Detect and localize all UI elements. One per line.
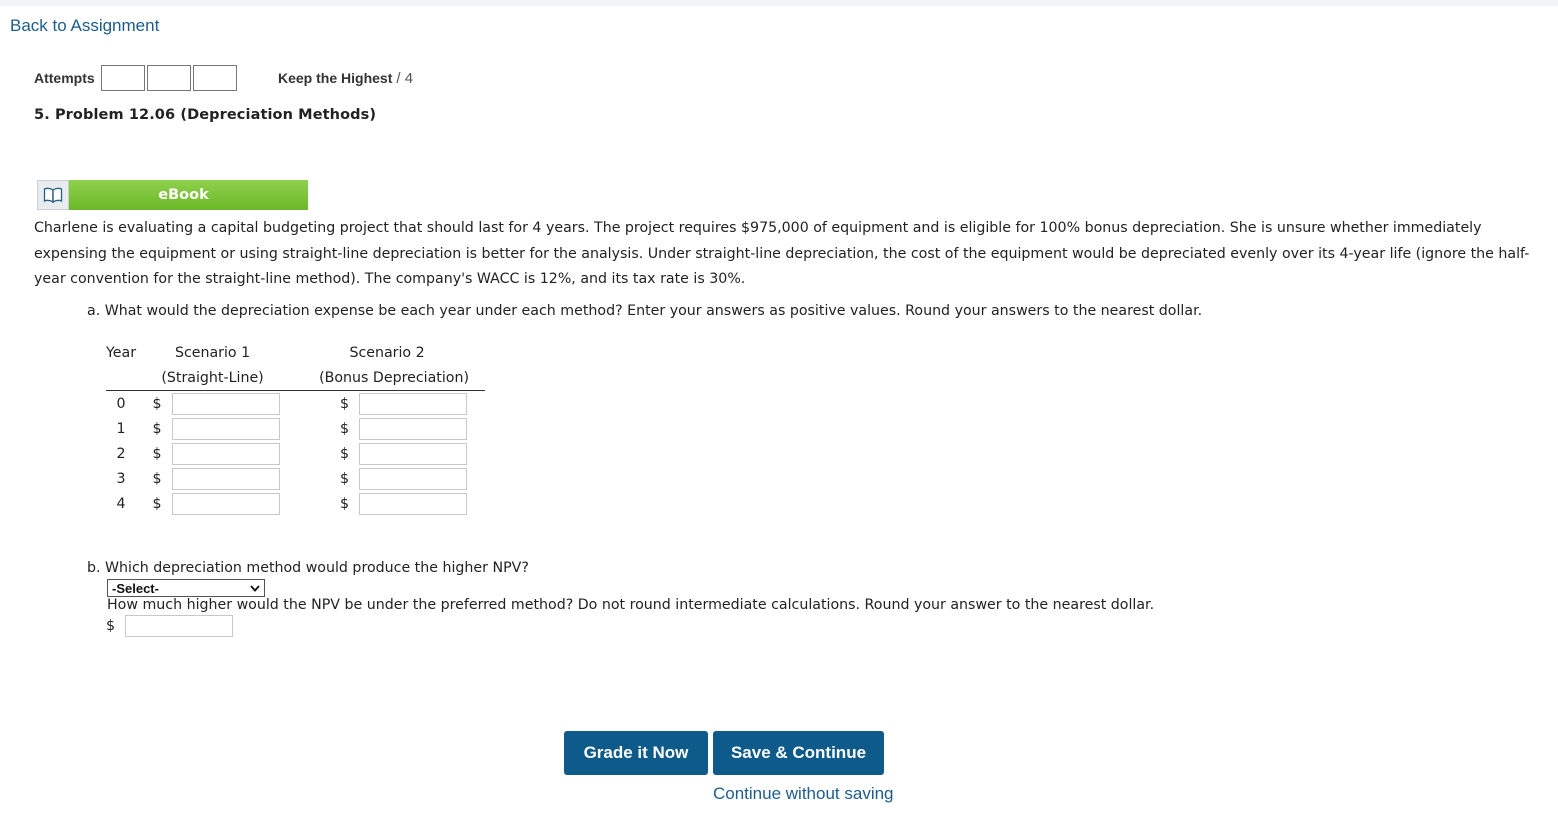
currency-symbol: $ — [152, 420, 162, 437]
currency-symbol: $ — [340, 495, 350, 512]
scenario-2-input-year-0[interactable] — [359, 392, 468, 415]
attempts-label: Attempts — [34, 70, 95, 86]
scenario-2-subheader: (Bonus Depreciation) — [289, 365, 486, 391]
year-header: Year — [106, 344, 137, 361]
ebook-button[interactable]: eBook — [37, 180, 308, 210]
grade-it-now-button[interactable]: Grade it Now — [564, 731, 708, 775]
currency-symbol: $ — [340, 395, 350, 412]
question-b: b. Which depreciation method would produ… — [87, 560, 529, 576]
scenario-2-input-year-4[interactable] — [359, 492, 468, 515]
npv-answer-row: $ — [106, 615, 233, 637]
scenario-1-input-year-0[interactable] — [172, 392, 281, 415]
ebook-label: eBook — [69, 180, 308, 210]
back-to-assignment-link[interactable]: Back to Assignment — [10, 16, 159, 36]
currency-symbol: $ — [152, 495, 162, 512]
keep-highest-label: Keep the Highest — [278, 70, 393, 86]
currency-symbol: $ — [106, 618, 116, 634]
currency-symbol: $ — [152, 395, 162, 412]
scenario-2-input-year-3[interactable] — [359, 467, 468, 490]
year-cell: 0 — [116, 395, 126, 412]
attempt-box-1 — [101, 65, 145, 91]
table-row: 0 $ $ — [106, 391, 485, 417]
scenario-1-input-year-2[interactable] — [172, 442, 281, 465]
scenario-1-input-year-3[interactable] — [172, 467, 281, 490]
scenario-2-input-year-1[interactable] — [359, 417, 468, 440]
currency-symbol: $ — [340, 445, 350, 462]
scenario-1-input-year-1[interactable] — [172, 417, 281, 440]
chevron-down-icon — [250, 584, 260, 592]
book-icon — [43, 187, 63, 203]
table-row: 1 $ $ — [106, 416, 485, 441]
save-and-continue-button[interactable]: Save & Continue — [713, 731, 884, 775]
currency-symbol: $ — [340, 420, 350, 437]
year-cell: 1 — [116, 420, 126, 437]
table-row: 2 $ $ — [106, 441, 485, 466]
scenario-1-header: Scenario 1 — [174, 344, 251, 361]
ebook-icon-box — [37, 180, 69, 210]
table-row: 4 $ $ — [106, 491, 485, 516]
npv-difference-input[interactable] — [125, 615, 233, 637]
scenario-1-subheader: (Straight-Line) — [136, 365, 290, 391]
table-row: 3 $ $ — [106, 466, 485, 491]
question-b-npv: How much higher would the NPV be under t… — [107, 597, 1155, 613]
top-divider — [0, 0, 1558, 6]
problem-description: Charlene is evaluating a capital budgeti… — [34, 220, 1530, 287]
question-a: a. What would the depreciation expense b… — [87, 303, 1203, 319]
table-subheader-row: (Straight-Line) (Bonus Depreciation) — [106, 365, 486, 391]
method-select[interactable]: -Select- — [107, 579, 265, 597]
scenario-2-header: Scenario 2 — [349, 344, 425, 361]
continue-without-saving-link[interactable]: Continue without saving — [713, 784, 894, 804]
year-cell: 3 — [116, 470, 126, 487]
table-header-row: Year Scenario 1 Scenario 2 — [106, 340, 485, 365]
attempts-row: Attempts Keep the Highest / 4 — [34, 64, 413, 92]
attempt-box-3 — [193, 65, 237, 91]
currency-symbol: $ — [340, 470, 350, 487]
attempt-box-2 — [147, 65, 191, 91]
scenario-1-input-year-4[interactable] — [172, 492, 281, 515]
currency-symbol: $ — [152, 470, 162, 487]
scenario-2-input-year-2[interactable] — [359, 442, 468, 465]
problem-title: 5. Problem 12.06 (Depreciation Methods) — [34, 107, 377, 123]
depreciation-table: Year Scenario 1 Scenario 2 (Straight-Lin… — [106, 340, 486, 516]
year-cell: 4 — [116, 495, 126, 512]
attempts-max: / 4 — [396, 69, 414, 87]
year-cell: 2 — [116, 445, 126, 462]
method-select-value: -Select- — [112, 580, 159, 596]
currency-symbol: $ — [152, 445, 162, 462]
